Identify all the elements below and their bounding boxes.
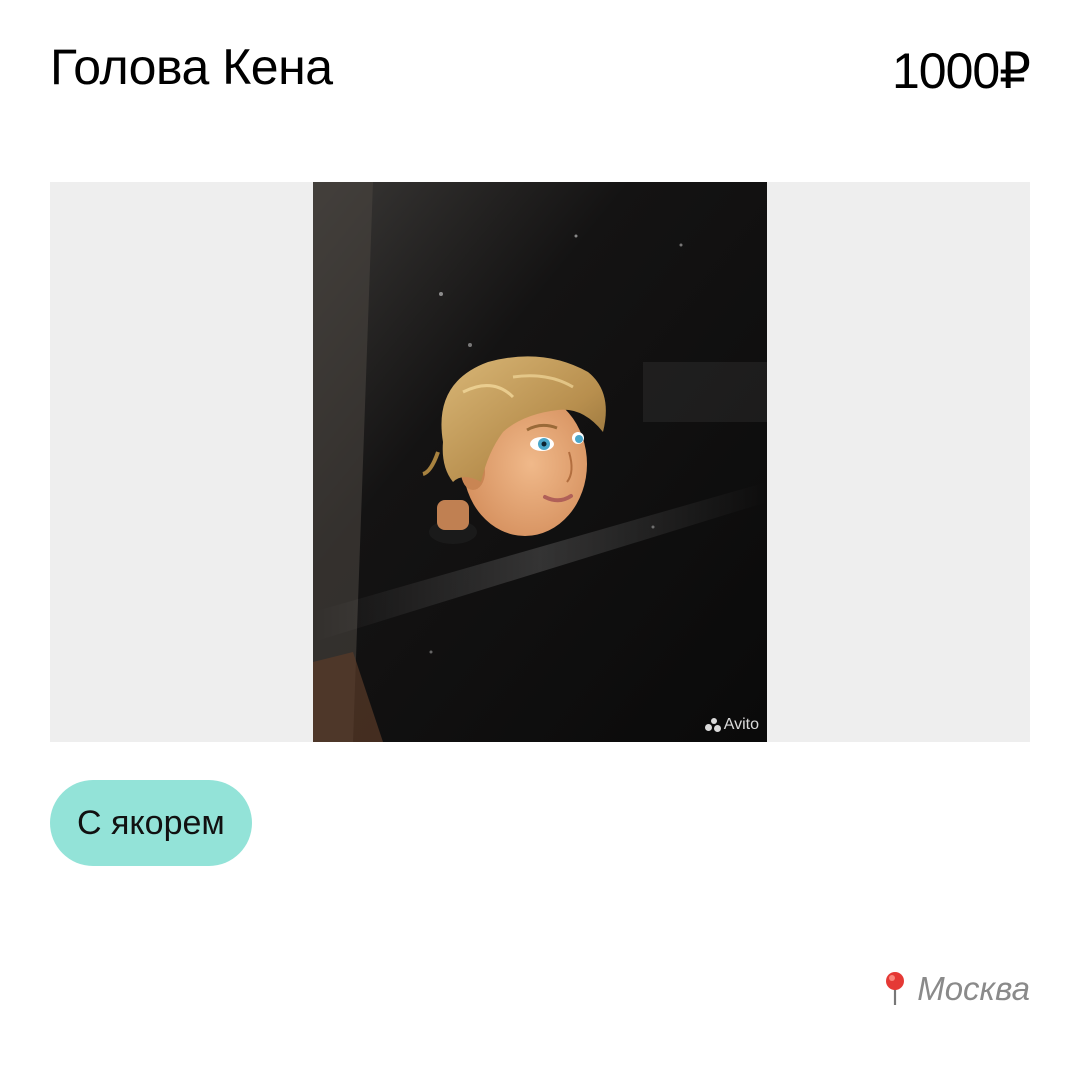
photo-gallery[interactable]: Avito xyxy=(50,182,1030,742)
listing-title: Голова Кена xyxy=(50,39,333,95)
tag-label: С якорем xyxy=(77,803,225,842)
listing-photo[interactable]: Avito xyxy=(313,182,767,742)
watermark-text: Avito xyxy=(723,716,759,733)
avito-logo-icon xyxy=(704,718,721,732)
location-text: Москва xyxy=(917,970,1030,1007)
listing-tag[interactable]: С якорем xyxy=(50,780,252,866)
listing-price: 1000₽ xyxy=(891,43,1031,99)
avito-watermark: Avito xyxy=(704,716,759,734)
location: Москва xyxy=(881,970,1030,1008)
doll-head-photo xyxy=(313,182,767,742)
map-pin-icon xyxy=(886,972,905,1005)
